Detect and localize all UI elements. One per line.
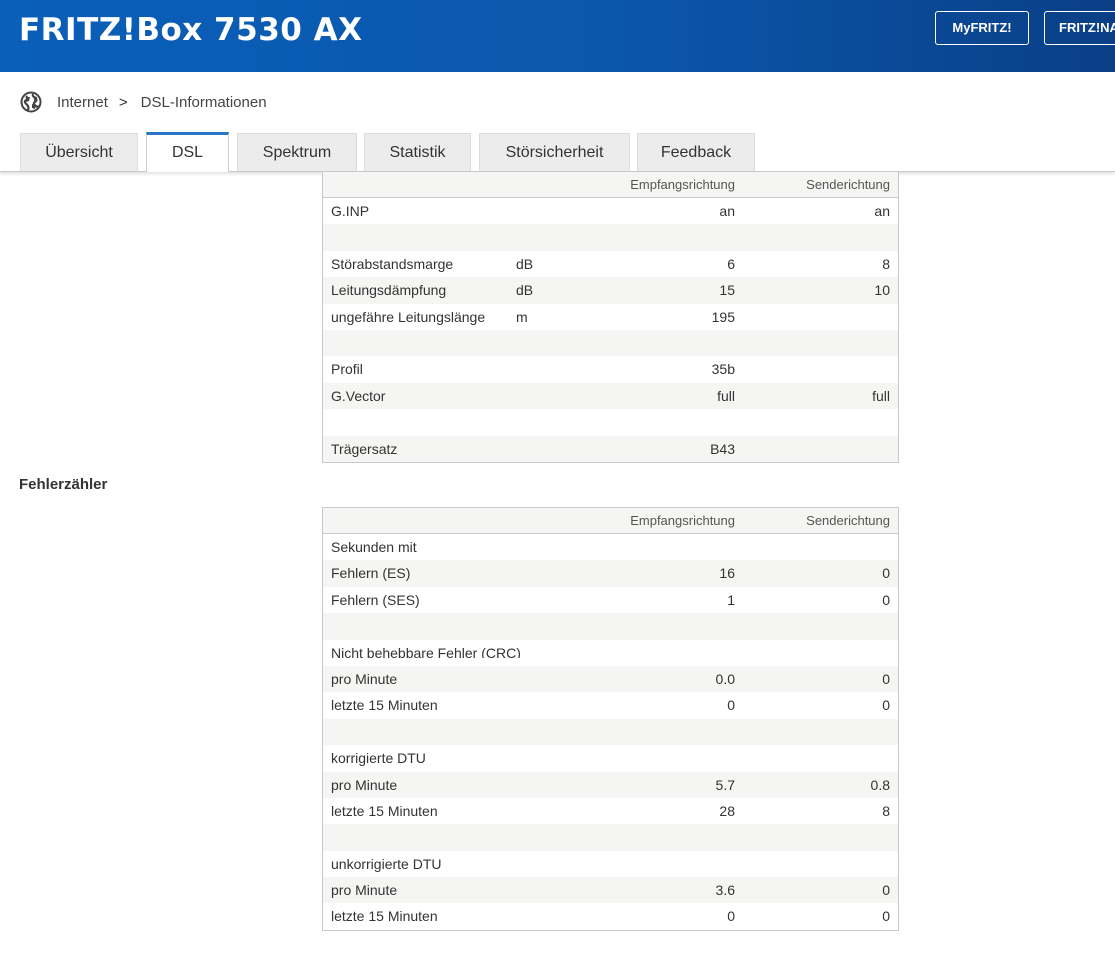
row-label: Profil <box>331 361 363 378</box>
row-value-tx: 0 <box>882 908 890 925</box>
row-value-tx: 0 <box>882 565 890 582</box>
header-rx: Empfangsrichtung <box>630 177 735 192</box>
table-header-row: Empfangsrichtung Senderichtung <box>323 172 898 198</box>
row-label: unkorrigierte DTU <box>331 855 442 872</box>
row-value-rx: 5.7 <box>715 776 735 793</box>
row-value-tx: 8 <box>882 802 890 819</box>
row-label: korrigierte DTU <box>331 750 426 767</box>
table-row: Nicht behebbare Fehler (CRC) <box>323 640 898 666</box>
device-title: FRITZ!Box 7530 AX <box>19 12 363 48</box>
row-label: Störabstandsmarge <box>331 255 454 272</box>
row-unit: dB <box>516 282 534 299</box>
tab-dsl[interactable]: DSL <box>146 132 229 172</box>
row-value-rx: an <box>719 203 735 219</box>
row-label: Nicht behebbare Fehler (CRC) <box>331 644 521 658</box>
row-value-tx: 0 <box>882 882 890 899</box>
tab-statistik[interactable]: Statistik <box>364 133 471 171</box>
row-label: letzte 15 Minuten <box>331 802 438 819</box>
breadcrumb-internet[interactable]: Internet <box>57 94 108 111</box>
chevron-right-icon: > <box>118 93 128 111</box>
row-label: letzte 15 Minuten <box>331 697 438 714</box>
row-label: pro Minute <box>331 882 398 899</box>
row-label: letzte 15 Minuten <box>331 908 438 925</box>
table-row: korrigierte DTU <box>323 745 898 771</box>
row-value-rx: 0.0 <box>715 670 735 687</box>
row-value-rx: 195 <box>711 308 735 325</box>
table-header-row: Empfangsrichtung Senderichtung <box>323 508 898 534</box>
row-unit: m <box>516 308 528 325</box>
row-value-tx: 0 <box>882 670 890 687</box>
row-value-rx: 35b <box>711 361 735 378</box>
row-value-tx: 0 <box>882 697 890 714</box>
table-row: G.INP an an <box>323 198 898 224</box>
error-counter-table: Empfangsrichtung Senderichtung Sekunden … <box>322 507 899 931</box>
table-row <box>323 409 898 435</box>
row-value-rx: 0 <box>727 697 735 714</box>
table-row <box>323 718 898 746</box>
table-row: Profil 35b <box>323 356 898 382</box>
row-label: Fehlern (ES) <box>331 565 411 582</box>
tab-bar: Übersicht DSL Spektrum Statistik Störsic… <box>0 130 1115 172</box>
row-value-rx: 3.6 <box>715 882 735 899</box>
row-value-rx: 16 <box>719 565 735 582</box>
row-value-rx: full <box>717 387 735 404</box>
table-row: letzte 15 Minuten 0 0 <box>323 692 898 718</box>
table-row: letzte 15 Minuten 0 0 <box>323 903 898 929</box>
table-row: pro Minute 0.0 0 <box>323 665 898 693</box>
table-row: unkorrigierte DTU <box>323 851 898 877</box>
table-row: Leitungsdämpfung dB 15 10 <box>323 277 898 304</box>
table-row: pro Minute 3.6 0 <box>323 877 898 904</box>
row-value-tx: 10 <box>874 282 890 299</box>
table-row <box>323 329 898 357</box>
globe-icon <box>20 91 42 113</box>
table-row <box>323 613 898 640</box>
row-value-rx: 1 <box>727 591 735 608</box>
row-value-rx: 28 <box>719 802 735 819</box>
table-row: Trägersatz B43 <box>323 435 898 462</box>
table-row: G.Vector full full <box>323 382 898 410</box>
tab-stoersicherheit[interactable]: Störsicherheit <box>479 133 630 171</box>
header-tx: Senderichtung <box>806 513 890 528</box>
row-label: Fehlern (SES) <box>331 591 420 608</box>
line-info-table: Empfangsrichtung Senderichtung G.INP an an… <box>322 171 899 463</box>
row-unit: dB <box>516 255 534 272</box>
row-label: pro Minute <box>331 776 398 793</box>
row-value-rx: B43 <box>710 440 735 457</box>
row-value-rx: 6 <box>727 255 735 272</box>
section-title-fehlerzaehler: Fehlerzähler <box>19 476 108 493</box>
row-value-rx: 15 <box>719 282 735 299</box>
table-row: pro Minute 5.7 0.8 <box>323 771 898 798</box>
row-label: Sekunden mit <box>331 539 417 555</box>
row-value-tx: 0 <box>882 591 890 608</box>
top-header: FRITZ!Box 7530 AX MyFRITZ! FRITZ!NAS <box>0 0 1115 72</box>
row-label: pro Minute <box>331 670 398 687</box>
row-value-tx: 8 <box>882 255 890 272</box>
row-value-rx: 0 <box>727 908 735 925</box>
myfritz-button[interactable]: MyFRITZ! <box>935 11 1029 45</box>
table-row: letzte 15 Minuten 28 8 <box>323 798 898 824</box>
table-row <box>323 824 898 851</box>
table-row: Fehlern (SES) 1 0 <box>323 587 898 613</box>
tab-spektrum[interactable]: Spektrum <box>237 133 357 171</box>
row-label: G.INP <box>331 203 370 219</box>
row-label: ungefähre Leitungslänge <box>331 308 486 325</box>
row-value-tx: 0.8 <box>870 776 890 793</box>
row-label: G.Vector <box>331 387 386 404</box>
header-rx: Empfangsrichtung <box>630 513 735 528</box>
fritznas-button[interactable]: FRITZ!NAS <box>1044 11 1115 45</box>
table-row: Sekunden mit <box>323 534 898 560</box>
header-tx: Senderichtung <box>806 177 890 192</box>
table-row <box>323 224 898 251</box>
breadcrumb-dsl-informationen: DSL-Informationen <box>140 93 267 111</box>
tab-feedback[interactable]: Feedback <box>637 133 755 171</box>
row-value-tx: an <box>874 203 890 219</box>
row-value-tx: full <box>872 387 890 404</box>
tab-uebersicht[interactable]: Übersicht <box>20 133 138 171</box>
table-row: Fehlern (ES) 16 0 <box>323 560 898 587</box>
table-row: Störabstandsmarge dB 6 8 <box>323 251 898 277</box>
breadcrumb: Internet > DSL-Informationen <box>20 90 267 114</box>
row-label: Leitungsdämpfung <box>331 282 447 299</box>
table-row: ungefähre Leitungslänge m 195 <box>323 304 898 330</box>
row-label: Trägersatz <box>331 440 398 457</box>
